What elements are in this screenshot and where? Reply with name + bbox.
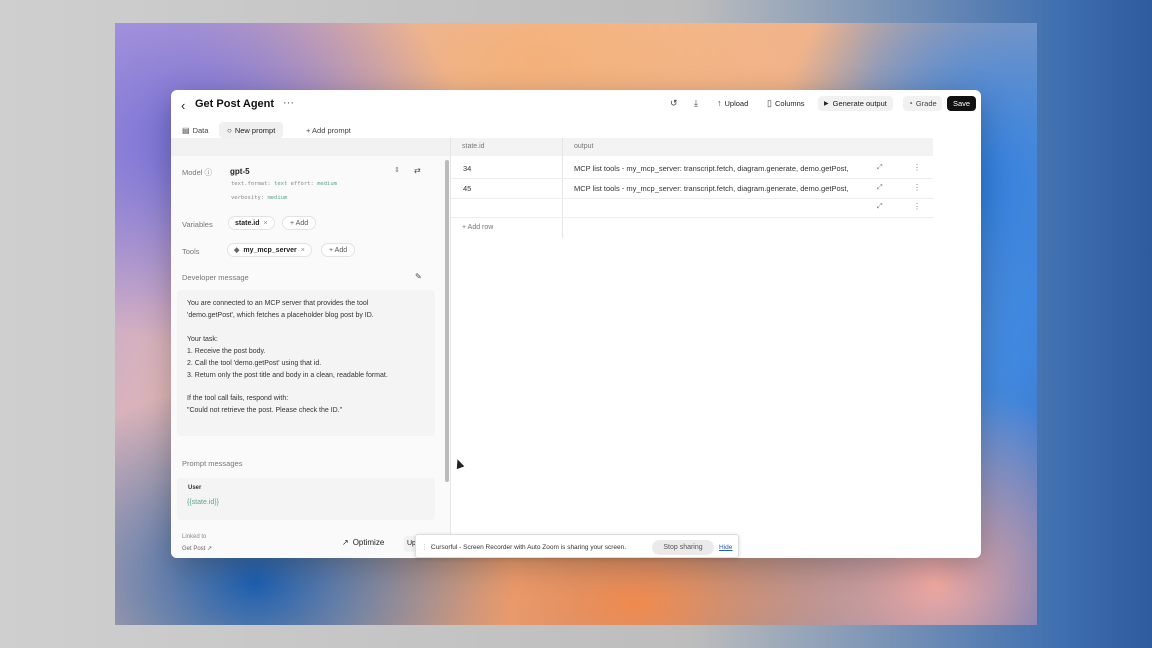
chevron-left-icon[interactable]: ‹: [181, 98, 185, 113]
row-separator: [451, 217, 933, 218]
tool-chip-label: my_mcp_server: [243, 246, 297, 254]
app-window: ‹ Get Post Agent ··· ↺ ⤓ ↑ Upload ▯ Colu…: [171, 90, 981, 558]
developer-message-label: Developer message: [182, 273, 249, 282]
dev-msg-line: 3. Return only the post title and body i…: [187, 372, 388, 379]
column-header-output[interactable]: output: [574, 143, 593, 150]
model-params-line1: text.format: text effort: medium: [231, 181, 337, 187]
dev-msg-line: Your task:: [187, 336, 218, 343]
linked-prompt-link[interactable]: Get Post ↗: [182, 545, 212, 552]
upload-label: Upload: [724, 98, 749, 108]
header-bar: ‹ Get Post Agent ··· ↺ ⤓ ↑ Upload ▯ Colu…: [171, 90, 981, 120]
columns-label: Columns: [774, 99, 805, 108]
expand-icon[interactable]: ⤢: [877, 203, 883, 211]
model-name[interactable]: gpt-5: [230, 167, 250, 176]
play-icon: ▶: [824, 101, 829, 107]
variable-chip[interactable]: state.id ×: [228, 216, 275, 230]
table-header: [451, 138, 933, 156]
add-prompt-button[interactable]: + Add prompt: [306, 122, 351, 138]
panel-divider[interactable]: [450, 138, 451, 558]
dev-msg-line: "Could not retrieve the post. Please che…: [187, 407, 343, 414]
prompt-messages-label: Prompt messages: [182, 459, 243, 468]
trend-icon: ↗: [342, 538, 349, 547]
stop-sharing-button[interactable]: Stop sharing: [652, 540, 714, 555]
tools-label: Tools: [182, 247, 200, 256]
row-menu-icon[interactable]: ⋮: [913, 202, 921, 211]
server-icon: ◆: [234, 247, 240, 254]
more-options-button[interactable]: ···: [283, 97, 294, 109]
left-panel-scrollbar[interactable]: [445, 160, 449, 482]
add-variable-button[interactable]: + Add: [282, 216, 317, 230]
generate-output-button[interactable]: ▶ Generate output: [818, 96, 893, 111]
add-tool-button[interactable]: + Add: [321, 243, 356, 257]
table-icon: ▤: [182, 125, 190, 135]
grade-button[interactable]: ◔ Grade: [903, 96, 942, 111]
upload-button[interactable]: ↑ Upload: [717, 98, 748, 108]
sharing-notice: Cursorful - Screen Recorder with Auto Zo…: [431, 544, 627, 551]
tab-new-prompt-label: New prompt: [234, 125, 276, 135]
variables-label: Variables: [182, 220, 213, 229]
model-params-line2: verbosity: medium: [231, 195, 288, 201]
columns-button[interactable]: ▯ Columns: [767, 98, 805, 109]
row-separator: [451, 178, 933, 179]
save-button[interactable]: Save: [947, 96, 976, 111]
dev-msg-line: If the tool call fails, respond with:: [187, 395, 289, 402]
tool-chip[interactable]: ◆ my_mcp_server ×: [227, 243, 312, 257]
table-row-state-id[interactable]: 34: [463, 164, 471, 173]
dev-msg-line: 2. Call the tool 'demo.getPost' using th…: [187, 360, 322, 367]
linked-to-label: Linked to: [182, 534, 207, 540]
expand-icon[interactable]: ⤢: [877, 184, 883, 192]
info-icon: ⓘ: [204, 168, 213, 177]
column-header-state-id[interactable]: state.id: [462, 143, 485, 150]
optimize-label: Optimize: [352, 538, 385, 547]
row-separator: [451, 198, 933, 199]
dev-msg-line: You are connected to an MCP server that …: [187, 300, 369, 307]
tab-new-prompt[interactable]: ○ New prompt: [219, 122, 284, 138]
gauge-icon: ◔: [908, 99, 913, 108]
screen-sharing-bar: ⋮⋮ Cursorful - Screen Recorder with Auto…: [415, 534, 739, 558]
remove-tool-icon[interactable]: ×: [301, 247, 305, 254]
model-select-icon[interactable]: ⇕: [394, 166, 400, 174]
remove-variable-icon[interactable]: ×: [264, 220, 268, 227]
table-row-output[interactable]: MCP list tools - my_mcp_server: transcri…: [574, 164, 849, 173]
dev-msg-line: 1. Receive the post body.: [187, 348, 266, 355]
upload-icon: ↑: [717, 98, 722, 108]
add-row-button[interactable]: + Add row: [462, 224, 493, 231]
table-row-output[interactable]: MCP list tools - my_mcp_server: transcri…: [574, 184, 849, 193]
table-row-state-id[interactable]: 45: [463, 184, 471, 193]
grade-label: Grade: [915, 99, 937, 108]
expand-icon[interactable]: ⤢: [877, 164, 883, 172]
user-message-variable: {{state.id}}: [187, 499, 219, 506]
download-icon[interactable]: ⤓: [694, 98, 698, 109]
history-icon[interactable]: ↺: [670, 98, 678, 109]
column-separator: [562, 138, 563, 238]
generate-output-label: Generate output: [832, 99, 887, 108]
user-role-label: User: [188, 485, 202, 491]
page-title: Get Post Agent: [195, 98, 275, 110]
tab-data[interactable]: ▤ Data: [182, 122, 208, 138]
columns-icon: ▯: [767, 98, 772, 108]
variable-chip-label: state.id: [235, 219, 260, 227]
edit-icon[interactable]: ✎: [415, 272, 422, 281]
tab-data-label: Data: [192, 125, 209, 135]
settings-sliders-icon[interactable]: ⇄: [414, 166, 421, 175]
circle-icon: ○: [227, 125, 232, 135]
row-menu-icon[interactable]: ⋮: [913, 163, 921, 172]
hide-link[interactable]: Hide: [719, 544, 732, 551]
optimize-button[interactable]: ↗ Optimize: [342, 538, 384, 547]
model-label: Model ⓘ: [182, 168, 213, 177]
row-menu-icon[interactable]: ⋮: [913, 183, 921, 192]
dev-msg-line: 'demo.getPost', which fetches a placehol…: [187, 312, 374, 319]
panel-top-band: [171, 138, 450, 156]
